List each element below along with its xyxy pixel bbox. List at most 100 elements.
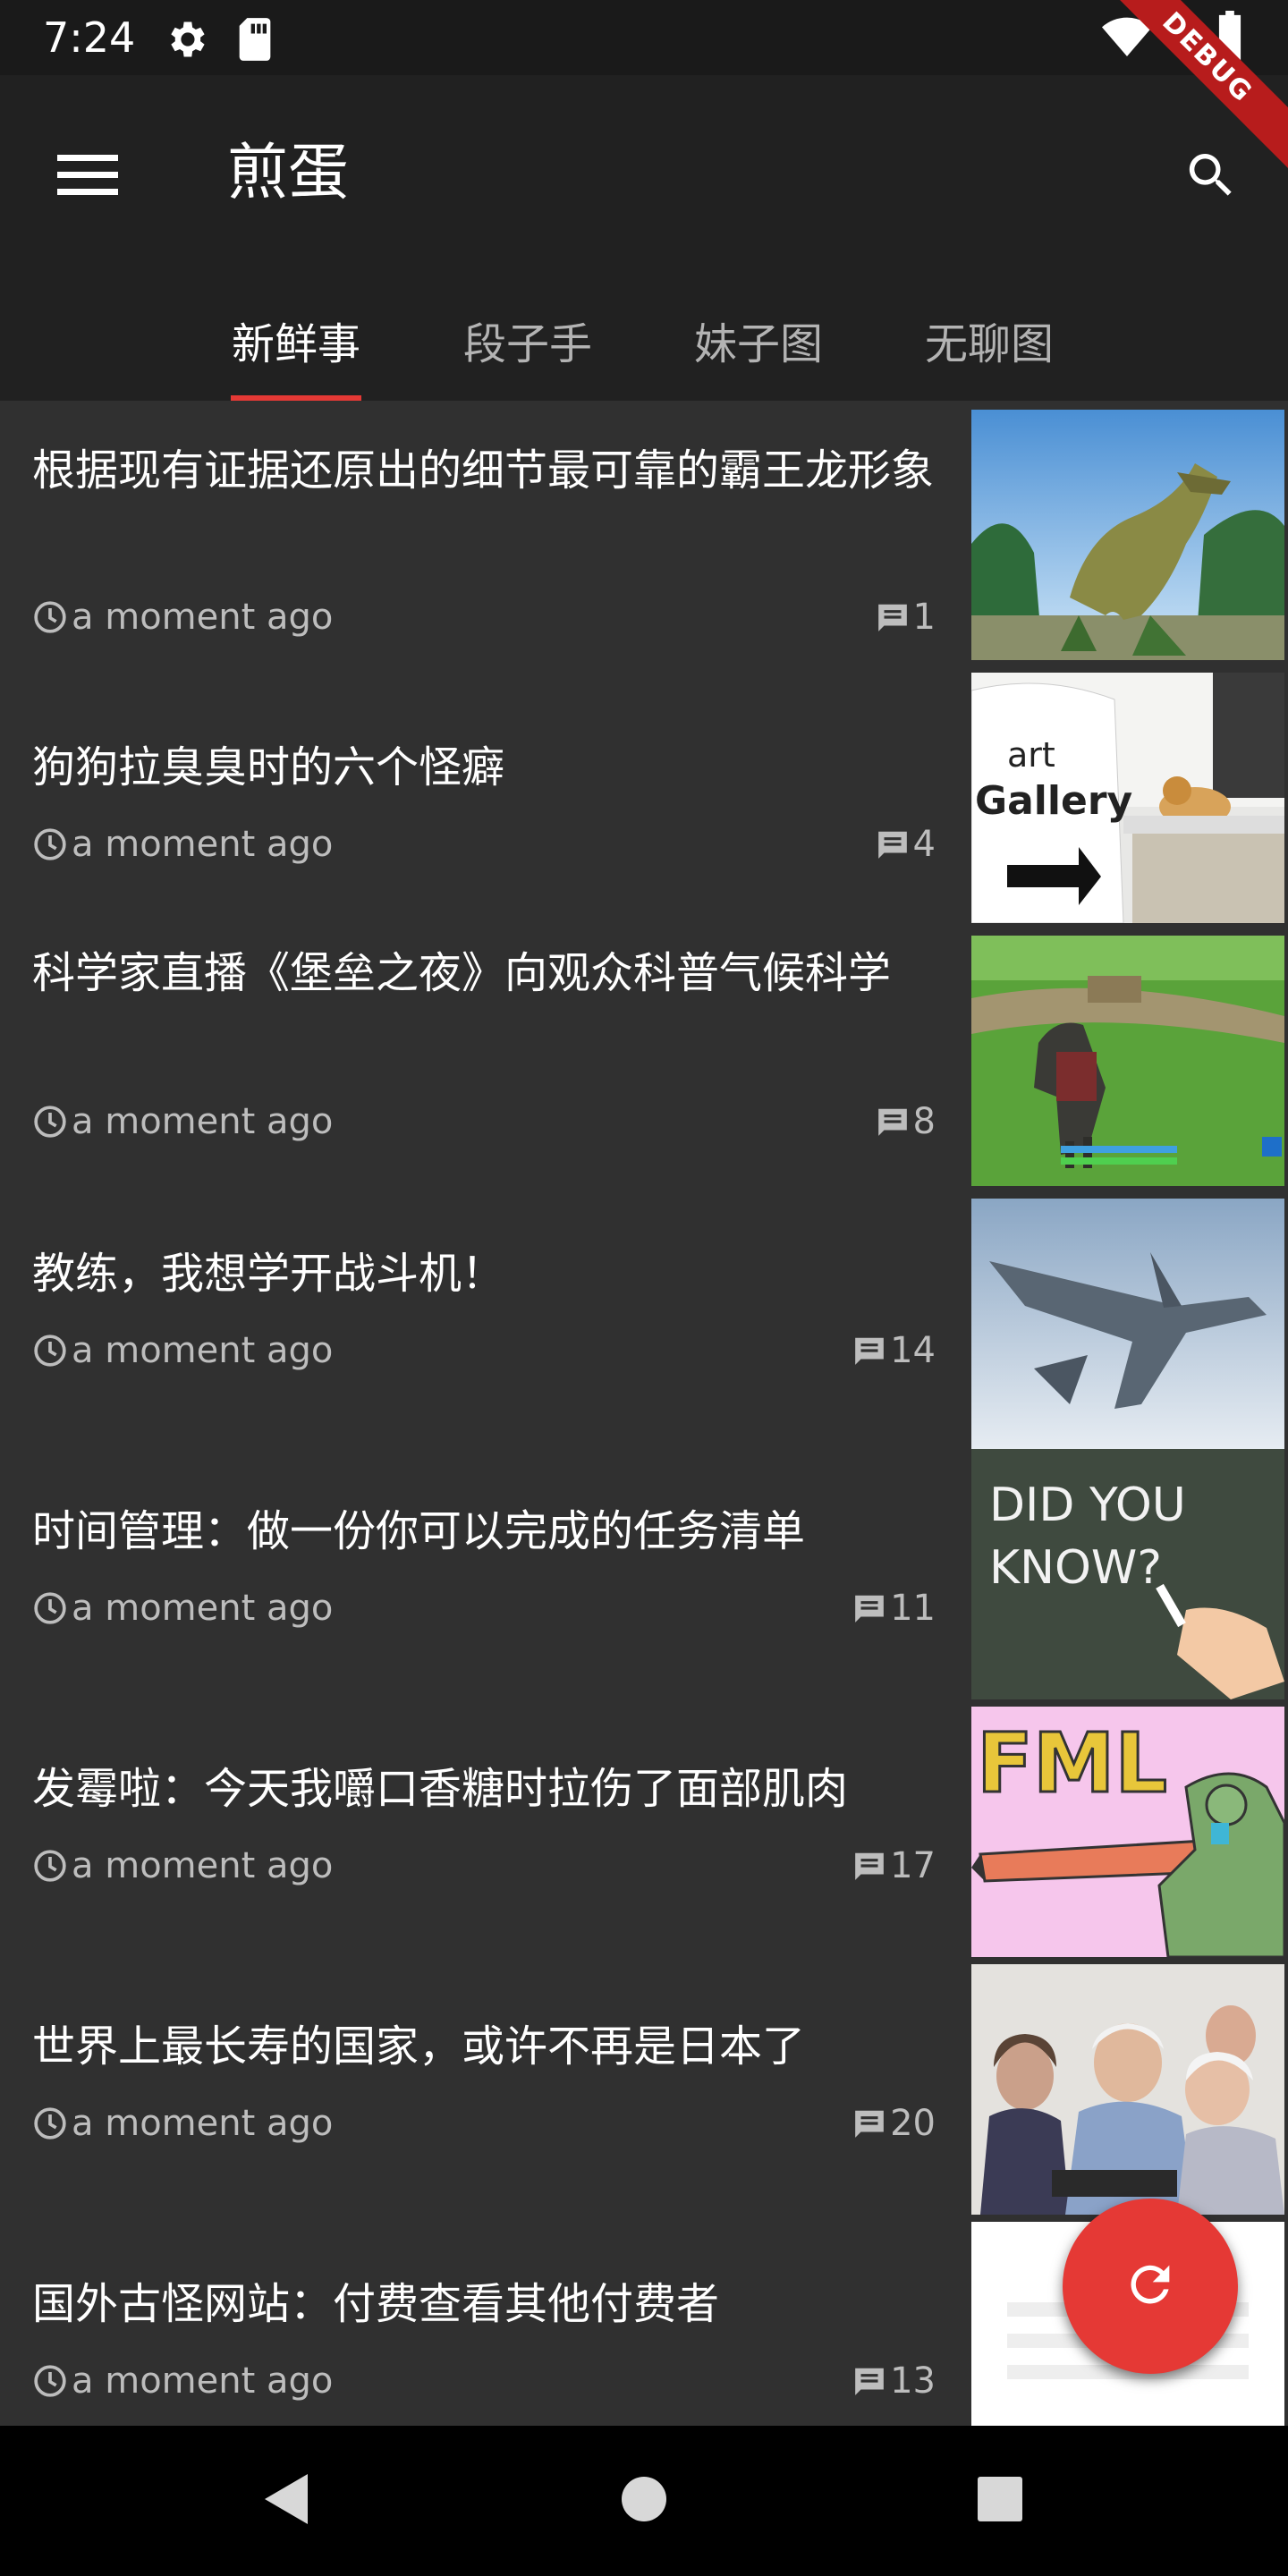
refresh-icon: [1122, 2256, 1179, 2317]
clock-icon: [34, 1106, 66, 1138]
list-item[interactable]: 根据现有证据还原出的细节最可靠的霸王龙形象 a moment ago 1: [0, 401, 1288, 664]
app-bar: 煎蛋 新鲜事 段子手 妹子图 无聊图: [0, 75, 1288, 401]
status-time: 7:24: [43, 13, 136, 62]
clock-icon: [34, 828, 66, 860]
thumb-text: Gallery: [975, 778, 1132, 824]
item-time: a moment ago: [32, 1095, 333, 1148]
thumbnail-image: [971, 410, 1284, 660]
clock-icon: [34, 1850, 66, 1882]
item-time: a moment ago: [32, 2354, 333, 2408]
comment-count: 17: [852, 1839, 936, 1893]
comment-icon: [877, 1108, 907, 1136]
tab-boring-pics[interactable]: 无聊图: [909, 279, 1070, 401]
clock-icon: [34, 2365, 66, 2397]
thumb-text: KNOW?: [989, 1541, 1162, 1595]
comment-count: 14: [852, 1324, 936, 1377]
comment-count-text: 1: [912, 597, 936, 638]
list-item[interactable]: 狗狗拉臭臭时的六个怪癖 a moment ago 4 art Gallery: [0, 664, 1288, 927]
thumbnail-image: DID YOU KNOW?: [971, 1449, 1284, 1699]
list-item[interactable]: 教练，我想学开战斗机！ a moment ago 14: [0, 1190, 1288, 1449]
item-title: 科学家直播《堡垒之夜》向观众科普气候科学: [32, 948, 892, 998]
comment-count-text: 14: [890, 1330, 936, 1371]
news-feed[interactable]: 根据现有证据还原出的细节最可靠的霸王龙形象 a moment ago 1 狗狗拉…: [0, 401, 1288, 2426]
menu-icon: [57, 153, 118, 201]
comment-count-text: 11: [890, 1588, 936, 1629]
comment-icon: [855, 1852, 884, 1880]
comment-icon: [855, 1595, 884, 1623]
recents-button[interactable]: [955, 2456, 1045, 2546]
clock-icon: [34, 2107, 66, 2140]
comment-count-text: 13: [890, 2360, 936, 2402]
list-item[interactable]: 发霉啦：今天我嚼口香糖时拉伤了面部肌肉 a moment ago 17 FML: [0, 1705, 1288, 1962]
system-nav-bar: [0, 2426, 1288, 2576]
thumbnail-image: [971, 1964, 1284, 2215]
item-title: 国外古怪网站：付费查看其他付费者: [32, 2279, 720, 2329]
comment-count: 20: [852, 2097, 936, 2150]
item-title: 发霉啦：今天我嚼口香糖时拉伤了面部肌肉: [32, 1764, 849, 1814]
comment-icon: [877, 831, 907, 859]
comment-count: 4: [876, 818, 936, 871]
clock-icon: [34, 1592, 66, 1624]
comment-count-text: 17: [890, 1845, 936, 1886]
comment-count: 11: [852, 1581, 936, 1635]
thumb-text: DID YOU: [989, 1479, 1186, 1532]
tab-jokes[interactable]: 段子手: [447, 279, 608, 401]
item-time-text: a moment ago: [72, 1845, 334, 1886]
item-title: 教练，我想学开战斗机！: [32, 1249, 505, 1299]
comment-count: 13: [852, 2354, 936, 2408]
item-time-text: a moment ago: [72, 2360, 334, 2402]
clock-icon: [34, 1335, 66, 1367]
thumbnail-image: [971, 1199, 1284, 1449]
comment-count-text: 4: [912, 824, 936, 865]
home-icon: [621, 2476, 667, 2526]
thumb-text: FML: [977, 1716, 1167, 1811]
list-item[interactable]: 科学家直播《堡垒之夜》向观众科普气候科学 a moment ago 8: [0, 927, 1288, 1190]
comment-count-text: 8: [912, 1101, 936, 1142]
refresh-button[interactable]: [1063, 2199, 1238, 2374]
item-title: 狗狗拉臭臭时的六个怪癖: [32, 742, 505, 792]
thumb-text: art: [1007, 735, 1055, 775]
comment-count: 1: [876, 590, 936, 644]
item-title: 世界上最长寿的国家，或许不再是日本了: [32, 2021, 806, 2072]
item-time-text: a moment ago: [72, 1330, 334, 1371]
item-time: a moment ago: [32, 1324, 333, 1377]
clock-icon: [34, 601, 66, 633]
tab-news[interactable]: 新鲜事: [216, 279, 377, 401]
search-button[interactable]: [1159, 125, 1263, 229]
tab-bar: 新鲜事 段子手 妹子图 无聊图: [0, 279, 1288, 401]
settings-icon: [163, 16, 209, 66]
item-title: 时间管理：做一份你可以完成的任务清单: [32, 1506, 806, 1556]
search-icon: [1182, 147, 1240, 208]
thumbnail-image: [971, 936, 1284, 1186]
list-item[interactable]: 世界上最长寿的国家，或许不再是日本了 a moment ago 20: [0, 1962, 1288, 2220]
item-time: a moment ago: [32, 2097, 333, 2150]
item-time-text: a moment ago: [72, 597, 334, 638]
thumbnail-image: FML: [971, 1707, 1284, 1957]
tab-girls[interactable]: 妹子图: [678, 279, 839, 401]
back-button[interactable]: [242, 2456, 331, 2546]
status-bar: 7:24: [0, 0, 1288, 75]
list-item[interactable]: 时间管理：做一份你可以完成的任务清单 a moment ago 11 DID Y…: [0, 1447, 1288, 1705]
sd-card-icon: [234, 16, 275, 66]
comment-count-text: 20: [890, 2103, 936, 2144]
thumbnail-image: art Gallery: [971, 673, 1284, 923]
menu-button[interactable]: [36, 125, 140, 229]
comment-count: 8: [876, 1095, 936, 1148]
item-time: a moment ago: [32, 590, 333, 644]
item-time: a moment ago: [32, 1839, 333, 1893]
comment-icon: [855, 1337, 884, 1365]
back-icon: [261, 2472, 311, 2529]
item-time-text: a moment ago: [72, 1101, 334, 1142]
item-time-text: a moment ago: [72, 1588, 334, 1629]
comment-icon: [855, 2110, 884, 2138]
item-time-text: a moment ago: [72, 824, 334, 865]
item-title: 根据现有证据还原出的细节最可靠的霸王龙形象: [32, 445, 935, 496]
item-time-text: a moment ago: [72, 2103, 334, 2144]
comment-icon: [877, 604, 907, 631]
item-time: a moment ago: [32, 818, 333, 871]
item-time: a moment ago: [32, 1581, 333, 1635]
page-title: 煎蛋: [227, 138, 350, 208]
recents-icon: [977, 2476, 1023, 2526]
comment-icon: [855, 2368, 884, 2395]
home-button[interactable]: [599, 2456, 689, 2546]
